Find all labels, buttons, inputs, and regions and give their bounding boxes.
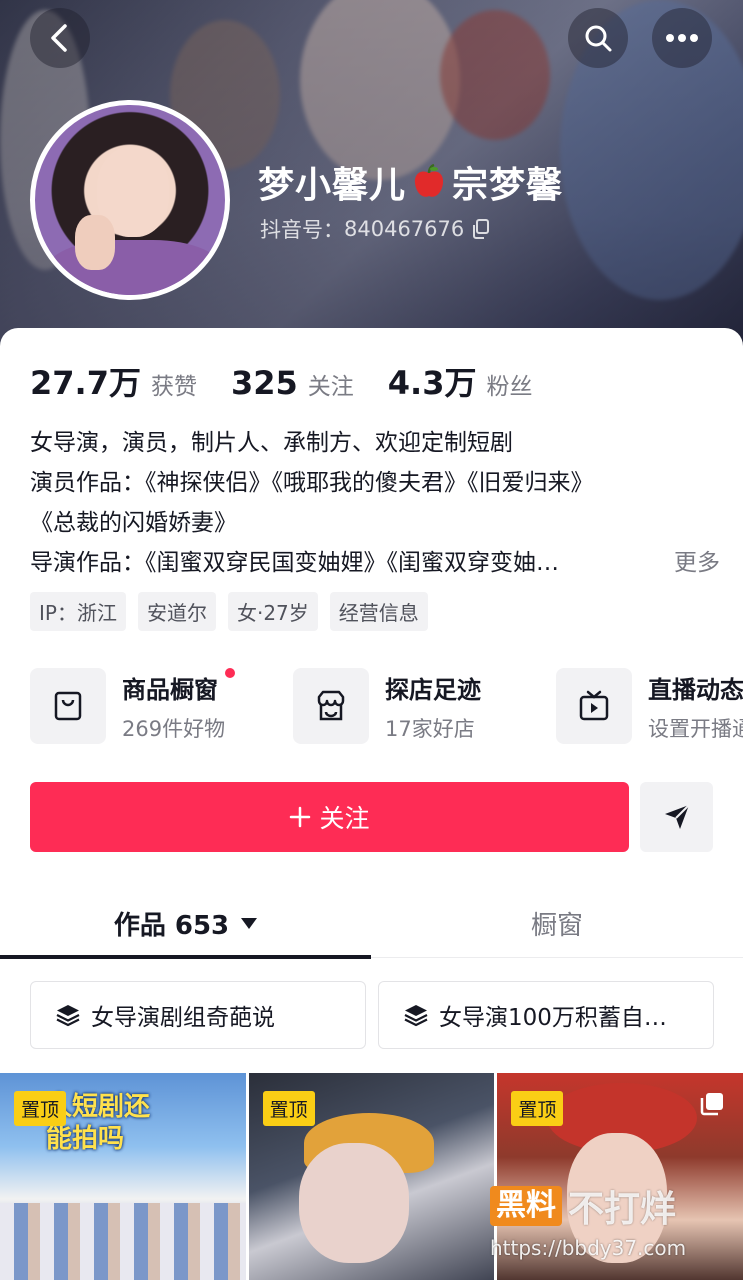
feature-title: 商品橱窗 [122, 668, 236, 705]
thumbnail-photo [298, 1143, 409, 1263]
feature-title: 探店足迹 [385, 675, 481, 704]
douyin-id-value: 840467676 [344, 217, 465, 241]
bio-more-link[interactable]: 更多 [674, 543, 720, 583]
feature-subtitle: 17家好店 [385, 716, 475, 741]
more-dots-icon [666, 34, 698, 42]
stat-followers[interactable]: 4.3万 粉丝 [388, 358, 533, 404]
send-icon [664, 804, 690, 829]
layers-icon [404, 1005, 428, 1027]
feature-live[interactable]: 直播动态 设置开播通 [556, 668, 743, 744]
profile-name-main: 梦小馨儿 [258, 165, 407, 206]
bag-icon [30, 668, 106, 744]
bio-line: 女导演，演员，制片人、承制方、欢迎定制短剧 [30, 430, 513, 456]
apple-emoji-icon [410, 163, 448, 201]
tag-gender-age: 女·27岁 [227, 592, 318, 631]
tab-works-label: 作品 653 [113, 910, 230, 941]
profile-name-suffix: 宗梦馨 [452, 165, 564, 206]
stat-followers-label: 粉丝 [486, 374, 533, 400]
layers-icon [56, 1005, 80, 1027]
tag-location: 安道尔 [137, 592, 216, 631]
thumbnail-photo [0, 1203, 246, 1280]
stat-likes-value: 27.7万 [30, 364, 141, 402]
tab-shop-label: 橱窗 [530, 910, 583, 941]
bio-line: 演员作品：《神探侠侣》《哦耶我的傻夫君》《旧爱归来》 [30, 470, 594, 496]
watermark-brand-box: 黑料 [490, 1186, 562, 1226]
douyin-id-label: 抖音号： [260, 218, 344, 242]
plus-icon [290, 806, 311, 828]
notification-dot [225, 668, 236, 678]
collection-chip-label: 女导演100万积蓄自… [439, 1005, 667, 1031]
search-button[interactable] [568, 8, 628, 68]
chevron-left-icon [51, 24, 67, 52]
pinned-badge: 置顶 [14, 1091, 67, 1126]
bio-line: 导演作品：《闺蜜双穿民国变妯娌》《闺蜜双穿变妯… 更多 [30, 543, 720, 583]
tag-ip: IP：浙江 [30, 592, 126, 631]
follow-button[interactable]: 关注 [30, 782, 629, 852]
collection-chip[interactable]: 女导演100万积蓄自… [378, 981, 714, 1049]
stat-following-label: 关注 [307, 374, 354, 400]
content-tabs: 作品 653 橱窗 [0, 888, 743, 959]
bio-line-text: 导演作品：《闺蜜双穿民国变妯娌》《闺蜜双穿变妯… [30, 550, 559, 576]
caret-down-icon [241, 917, 258, 929]
store-icon [293, 668, 369, 744]
avatar[interactable] [30, 100, 230, 300]
follow-button-label: 关注 [319, 804, 370, 833]
stat-following[interactable]: 325 关注 [231, 364, 354, 402]
back-button[interactable] [30, 8, 90, 68]
tab-works[interactable]: 作品 653 [0, 888, 371, 959]
send-message-button[interactable] [640, 782, 713, 852]
profile-tags: IP：浙江 安道尔 女·27岁 经营信息 [30, 592, 428, 631]
collection-chip-label: 女导演剧组奇葩说 [91, 1005, 275, 1031]
stat-likes[interactable]: 27.7万 获赞 [30, 358, 197, 404]
pinned-badge: 置顶 [511, 1091, 564, 1126]
feature-subtitle: 设置开播通 [648, 716, 743, 741]
feature-subtitle: 269件好物 [122, 716, 226, 741]
tv-icon [556, 668, 632, 744]
profile-name: 梦小馨儿 宗梦馨 [258, 156, 563, 208]
collection-chip[interactable]: 女导演剧组奇葩说 [30, 981, 366, 1049]
thumbnail-caption-line: 能拍吗 [46, 1124, 125, 1154]
avatar-sweater [45, 240, 225, 295]
bio-line: 《总裁的闪婚娇妻》 [30, 510, 237, 536]
feature-title: 直播动态 [648, 675, 743, 704]
more-options-button[interactable] [652, 8, 712, 68]
bio[interactable]: 女导演，演员，制片人、承制方、欢迎定制短剧 演员作品：《神探侠侣》《哦耶我的傻夫… [30, 423, 720, 583]
multi-image-icon [700, 1093, 724, 1116]
stats-row: 27.7万 获赞 325 关注 4.3万 粉丝 [30, 358, 566, 404]
watermark-brand-text: 不打烊 [568, 1189, 677, 1230]
feature-store-visits[interactable]: 探店足迹 17家好店 [293, 668, 556, 744]
feature-title-text: 商品橱窗 [122, 675, 218, 704]
pinned-badge: 置顶 [262, 1091, 315, 1126]
douyin-id[interactable]: 抖音号： 840467676 [260, 214, 490, 244]
tag-business-info[interactable]: 经营信息 [329, 592, 428, 631]
site-watermark: 黑料 不打烊 https://bbdy37.com [490, 1180, 740, 1260]
stat-followers-value: 4.3万 [387, 364, 477, 402]
copy-icon[interactable] [472, 219, 490, 239]
video-thumbnail[interactable]: 置顶 [248, 1073, 495, 1280]
profile-card: 27.7万 获赞 325 关注 4.3万 粉丝 女导演，演员，制片人、承制方、欢… [0, 328, 743, 1280]
video-thumbnail[interactable]: 人短剧还 能拍吗 置顶 [0, 1073, 246, 1280]
search-icon [585, 25, 612, 52]
stat-likes-label: 获赞 [150, 374, 197, 400]
tab-shop-window[interactable]: 橱窗 [371, 888, 743, 958]
collections-row: 女导演剧组奇葩说 女导演100万积蓄自… [30, 981, 714, 1049]
stat-following-value: 325 [230, 364, 298, 402]
feature-row: 商品橱窗 269件好物 探店足迹 17家好店 直播动态 设置开播通 [30, 668, 743, 744]
watermark-url: https://bbdy37.com [490, 1236, 687, 1260]
feature-shop-window[interactable]: 商品橱窗 269件好物 [30, 668, 293, 744]
avatar-hand [75, 215, 115, 270]
